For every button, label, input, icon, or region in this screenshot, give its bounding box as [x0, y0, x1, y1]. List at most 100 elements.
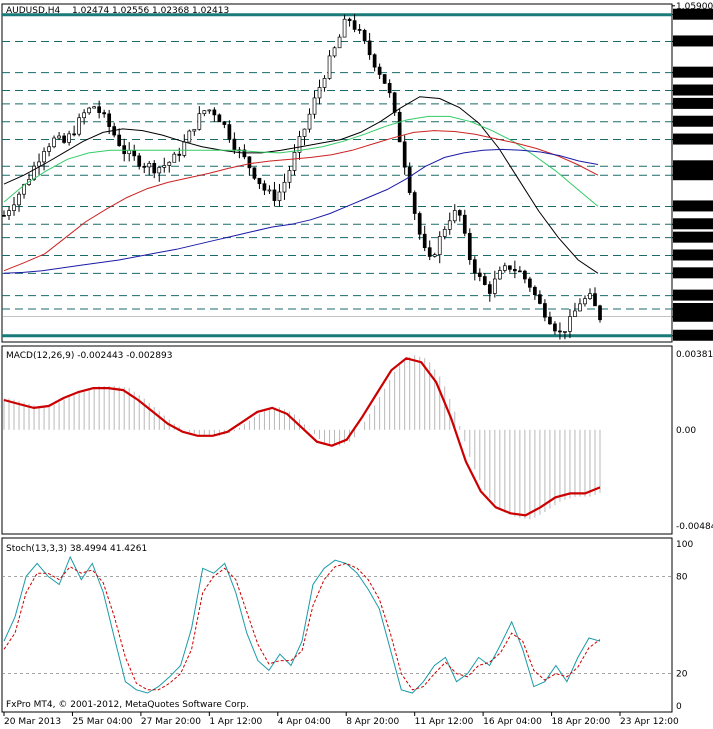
candle-body: [352, 20, 357, 30]
candle-body: [227, 124, 232, 140]
candle-body: [357, 29, 362, 31]
candle-body: [197, 113, 202, 130]
candle-body: [392, 92, 397, 113]
candle-body: [122, 145, 127, 155]
candle-body: [262, 183, 267, 191]
candle-body: [152, 162, 157, 174]
candle-body: [598, 305, 602, 321]
candle-body: [287, 170, 292, 183]
time-axis-label: 1 Apr 12:00: [209, 717, 262, 727]
candle-body: [317, 87, 322, 99]
price-scale-label: 1.03300: [676, 234, 713, 244]
candle-body: [367, 40, 372, 56]
header-ohlc-value: 1.02474: [72, 6, 109, 16]
candle-body: [372, 54, 377, 68]
candle-body: [277, 191, 282, 201]
candle-body: [37, 161, 41, 167]
candle-body: [467, 232, 472, 261]
candle-body: [52, 137, 56, 148]
candle-body: [417, 213, 422, 235]
candle-body: [342, 18, 347, 38]
stoch-scale-label: 20: [676, 670, 688, 680]
candle-body: [87, 107, 91, 114]
candle-body: [502, 265, 507, 271]
candle-body: [523, 270, 527, 280]
candle-body: [42, 151, 46, 163]
candle-body: [222, 121, 227, 125]
candle-body: [252, 167, 257, 179]
candle-body: [553, 323, 557, 332]
candle-body: [322, 78, 327, 88]
price-scale-label: 1.05800: [676, 11, 713, 21]
panel-2-border: [1, 345, 673, 535]
candle-body: [207, 109, 212, 112]
candle-body: [427, 247, 432, 257]
time-axis-label: 27 Mar 20:00: [141, 717, 201, 727]
candle-body: [137, 155, 142, 167]
time-axis-label: 4 Apr 04:00: [278, 717, 331, 727]
panel-1-border: [1, 3, 673, 343]
candle-body: [232, 138, 237, 151]
candle-body: [407, 166, 412, 193]
price-scale-label: 1.02200: [676, 332, 713, 342]
panel-3-border: [1, 537, 673, 713]
candle-body: [518, 270, 522, 273]
candle-body: [97, 106, 102, 113]
candle-body: [12, 204, 16, 211]
price-scale-label: 1.02900: [676, 269, 713, 279]
candle-body: [102, 112, 107, 115]
price-scale-label: 1.05500: [676, 37, 713, 47]
header-ohlc-value: 1.02368: [152, 6, 189, 16]
price-scale-label: 1.03650: [676, 202, 713, 212]
candle-body: [377, 66, 382, 75]
candle-body: [442, 228, 447, 237]
candle-body: [387, 83, 392, 94]
candle-body: [117, 134, 122, 146]
time-axis-label: 23 Apr 12:00: [620, 717, 679, 727]
price-scale-label: 1.03450: [676, 220, 713, 230]
candle-body: [593, 293, 597, 307]
candle-body: [172, 153, 177, 163]
candle-body: [382, 74, 387, 84]
time-axis-label: 20 Mar 2013: [4, 717, 61, 727]
price-scale-label: 1.04800: [676, 100, 713, 110]
candle-body: [147, 162, 152, 168]
candle-body: [397, 111, 402, 143]
candle-body: [247, 156, 252, 169]
candle-body: [583, 298, 587, 305]
price-scale-label: 1.04600: [676, 118, 713, 128]
time-axis-label: 16 Apr 04:00: [483, 717, 542, 727]
candle-body: [142, 165, 147, 168]
candle-body: [312, 97, 317, 115]
candle-body: [432, 254, 437, 257]
price-scale-label: 1.05150: [676, 69, 713, 79]
candle-body: [107, 113, 112, 127]
candle-body: [202, 110, 207, 115]
candle-body: [267, 189, 272, 192]
stoch-scale-label: 100: [676, 540, 693, 550]
candle-body: [157, 167, 162, 174]
candle-body: [182, 141, 187, 156]
candle-body: [92, 106, 97, 109]
chart-window: 1.05900 1.05800 1.05500 1.05150 1.04950 1.048…: [0, 0, 713, 729]
price-scale-label: 1.03100: [676, 251, 713, 261]
candle-body: [347, 18, 352, 22]
candle-body: [132, 150, 137, 157]
candle-body: [17, 193, 21, 206]
chart-canvas[interactable]: 1.059001.058001.055001.051501.049501.048…: [0, 0, 713, 729]
candle-body: [292, 152, 297, 171]
candle-body: [72, 133, 76, 136]
candle-body: [548, 316, 552, 325]
candle-body: [558, 330, 562, 333]
price-scale-label: 1.02413: [676, 313, 713, 323]
candle-body: [482, 276, 487, 285]
price-scale-label: 1.02650: [676, 292, 713, 302]
header-ohlc-value: 1.02413: [192, 6, 229, 16]
price-scale-label: 1.04000: [676, 171, 713, 181]
chart-header-symbol: AUDUSD,H4: [6, 6, 61, 16]
candle-body: [412, 192, 417, 214]
candle-body: [543, 303, 547, 318]
candle-body: [327, 55, 332, 79]
candle-body: [337, 36, 342, 49]
candle-body: [77, 117, 81, 135]
